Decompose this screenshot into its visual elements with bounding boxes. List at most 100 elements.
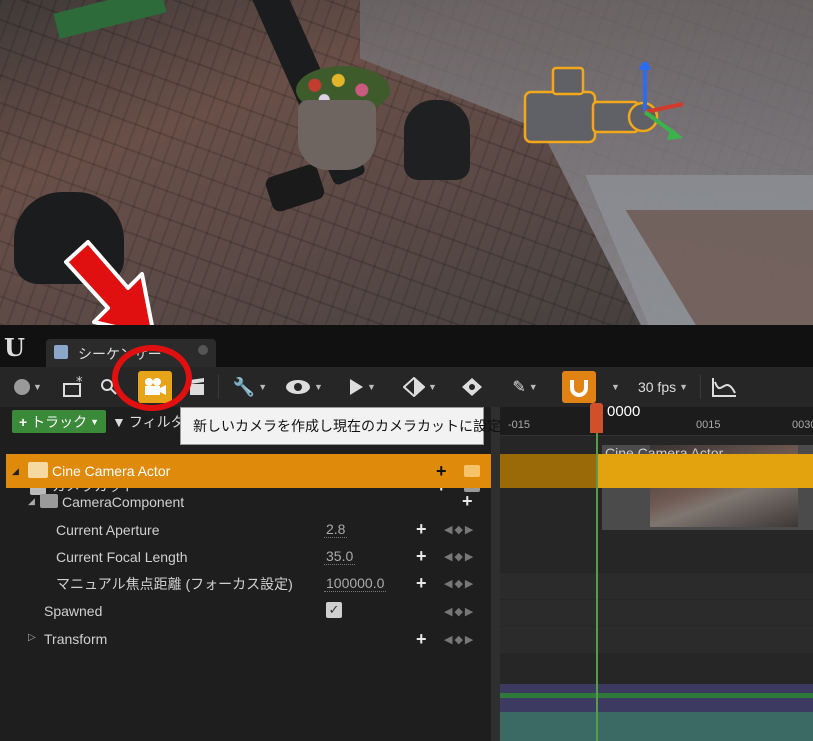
tick-label: 0030 — [792, 419, 813, 431]
cine-camera-actor-label: Cine Camera Actor — [52, 463, 171, 479]
snapping-toggle[interactable] — [562, 371, 596, 403]
add-track-button[interactable]: + トラック ▼ — [12, 410, 106, 433]
chevron-down-icon: ▼ — [258, 382, 268, 392]
key-navigation-icon[interactable]: ◀◆▶ — [444, 605, 475, 618]
cine-camera-icon — [28, 462, 48, 478]
pencil-icon: ✎ — [512, 379, 526, 396]
tools-dropdown[interactable]: 🔧 ▼ — [230, 371, 270, 403]
toolbar-separator — [700, 375, 701, 399]
chevron-down-icon: ▼ — [428, 382, 437, 392]
create-camera-tooltip: 新しいカメラを作成し現在のカメラカットに設定 — [180, 407, 501, 445]
unreal-logo-icon: U — [4, 333, 25, 362]
auto-key-button[interactable] — [458, 371, 486, 403]
level-viewport[interactable] — [0, 0, 813, 325]
chevron-down-icon: ▼ — [611, 382, 620, 392]
current-focal-length-timeline-track[interactable] — [500, 600, 813, 626]
expand-arrow-icon[interactable]: ▷ — [28, 632, 36, 643]
bollard — [404, 100, 470, 180]
collapse-arrow-icon[interactable]: ◢ — [12, 466, 19, 477]
toolbar-separator — [218, 375, 219, 399]
curve-icon — [712, 378, 736, 397]
time-ruler[interactable]: -015 0015 0030 — [500, 407, 813, 436]
camera-component-icon — [40, 494, 58, 508]
collapse-arrow-icon[interactable]: ◢ — [28, 496, 35, 507]
panel-splitter[interactable] — [491, 407, 500, 741]
frame-rate-dropdown[interactable]: 30 fps ▼ — [632, 371, 694, 403]
current-aperture-value[interactable]: 2.8 — [324, 521, 348, 538]
svg-text:*: * — [76, 376, 83, 390]
chevron-down-icon: ▼ — [314, 382, 323, 392]
filter-label: フィルタ — [128, 413, 185, 430]
transform-track[interactable]: ▷ Transform + ◀◆▶ — [6, 625, 491, 653]
spawned-checkbox[interactable]: ✓ — [326, 602, 342, 618]
spawned-timeline-track[interactable] — [500, 684, 813, 712]
add-key-button[interactable]: + — [416, 574, 427, 592]
chevron-down-icon: ▼ — [679, 382, 689, 392]
save-sequence-button[interactable]: * — [58, 371, 88, 403]
world-context-button[interactable]: ▼ — [10, 371, 46, 403]
current-aperture-label: Current Aperture — [56, 521, 160, 538]
current-focal-length-value[interactable]: 35.0 — [324, 548, 356, 565]
playhead-line — [596, 425, 598, 741]
playhead-handle[interactable] — [590, 403, 603, 433]
spawned-true-bar — [500, 693, 813, 698]
add-track-label: トラック — [31, 413, 88, 430]
transform-timeline-track[interactable] — [500, 712, 813, 741]
play-icon — [350, 379, 364, 395]
snapping-options-dropdown[interactable]: ▼ — [604, 371, 624, 403]
magnet-icon — [570, 380, 588, 397]
key-navigation-icon[interactable]: ◀◆▶ — [444, 550, 475, 563]
camera-component-label: CameraComponent — [62, 494, 185, 510]
cine-camera-actor-track[interactable]: ◢ Cine Camera Actor + — [6, 454, 491, 488]
view-options-dropdown[interactable]: ▼ — [282, 371, 326, 403]
current-focal-length-track[interactable]: Current Focal Length 35.0 + ◀◆▶ — [6, 543, 491, 570]
curve-editor-button[interactable] — [708, 371, 740, 403]
add-key-button[interactable]: + — [416, 547, 427, 565]
pre-roll-bar — [500, 454, 597, 488]
chevron-down-icon: ▼ — [33, 382, 42, 392]
transform-label: Transform — [44, 631, 108, 647]
add-component-track-button[interactable]: + — [462, 492, 473, 510]
manual-focus-timeline-track[interactable] — [500, 627, 813, 653]
wrench-icon: 🔧 — [232, 376, 256, 397]
annotation-arrow-icon — [64, 240, 154, 325]
close-icon[interactable] — [198, 345, 208, 355]
add-track-to-actor-button[interactable]: + — [436, 462, 447, 480]
key-navigation-icon[interactable]: ◀◆▶ — [444, 577, 475, 590]
add-key-button[interactable]: + — [416, 630, 427, 648]
edit-mode-dropdown[interactable]: ✎ ▼ — [504, 371, 546, 403]
plus-icon: + — [18, 413, 28, 430]
chevron-down-icon: ▼ — [90, 416, 100, 427]
chevron-down-icon: ▼ — [367, 382, 376, 392]
cine-camera-actor-mesh[interactable] — [515, 62, 685, 162]
manual-focus-distance-track[interactable]: マニュアル焦点距離 (フォーカス設定) 100000.0 + ◀◆▶ — [6, 570, 491, 597]
manual-focus-distance-value[interactable]: 100000.0 — [324, 575, 387, 592]
key-navigation-icon[interactable]: ◀◆▶ — [444, 633, 475, 646]
spawned-track[interactable]: Spawned ✓ ◀◆▶ — [6, 597, 491, 625]
annotation-circle — [112, 345, 192, 411]
frame-rate-label: 30 fps — [637, 379, 677, 395]
tick-label: -015 — [508, 419, 531, 431]
filter-icon: ▼ — [112, 413, 126, 430]
save-star-icon: * — [63, 376, 83, 397]
chevron-down-icon: ▼ — [528, 382, 538, 392]
current-focal-length-label: Current Focal Length — [56, 548, 188, 565]
spawned-label: Spawned — [44, 603, 103, 619]
current-aperture-track[interactable]: Current Aperture 2.8 + ◀◆▶ — [6, 516, 491, 543]
filter-button[interactable]: ▼ フィルタ — [112, 410, 185, 433]
camera-component-track[interactable]: ◢ CameraComponent + — [6, 488, 491, 516]
manual-focus-distance-label: マニュアル焦点距離 (フォーカス設定) — [56, 575, 293, 592]
key-navigation-icon[interactable]: ◀◆▶ — [444, 523, 475, 536]
planter-pot — [298, 100, 376, 170]
current-aperture-timeline-track[interactable] — [500, 573, 813, 599]
current-frame-label: 0000 — [607, 403, 641, 420]
tick-label: 0015 — [696, 419, 721, 431]
camera-icon[interactable] — [464, 465, 480, 477]
globe-icon — [14, 379, 31, 395]
key-add-icon — [462, 378, 482, 396]
add-key-button[interactable]: + — [416, 520, 427, 538]
eye-icon — [286, 380, 311, 394]
playback-dropdown[interactable]: ▼ — [342, 371, 382, 403]
key-interpolation-dropdown[interactable]: ▼ — [398, 371, 442, 403]
sequence-icon — [54, 345, 68, 359]
